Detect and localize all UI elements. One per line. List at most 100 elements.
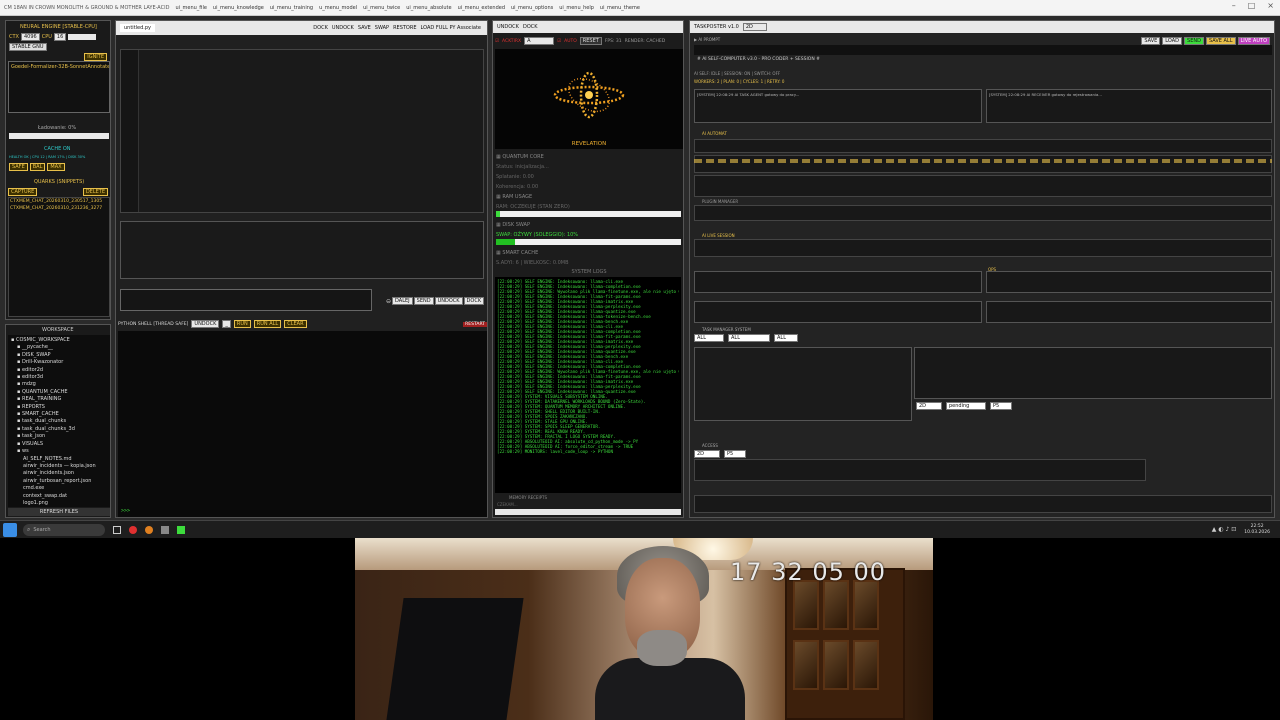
menu-absolute[interactable]: ui_menu_absolute xyxy=(406,5,451,11)
workspace-item[interactable]: ▪ DISK_SWAP xyxy=(11,352,110,359)
status-select[interactable]: pending xyxy=(946,402,986,410)
task-log-left[interactable]: [SYSTEM] 22:08:29 AI TASK AGENT gotowy d… xyxy=(694,89,982,123)
workspace-item[interactable]: ▪ SMART_CACHE xyxy=(11,411,110,418)
access-area[interactable] xyxy=(694,459,1146,481)
live-session-area[interactable] xyxy=(694,239,1272,257)
app-icon-3[interactable] xyxy=(161,525,169,534)
workspace-item[interactable]: ▪ task_dual_chunks_3d xyxy=(11,426,110,433)
quarks-list[interactable]: CTXMEM_CHAT_20260310_230517_1305 CTXMEM_… xyxy=(8,197,110,317)
workspace-item[interactable]: cmd.exe xyxy=(11,485,110,492)
workspace-item[interactable]: ▪ __pycache__ xyxy=(11,344,110,351)
undock-shell-button[interactable]: UNDOCK xyxy=(434,297,463,305)
clear-button[interactable]: CLEAR xyxy=(284,320,307,328)
list-item[interactable]: CTXMEM_CHAT_20260310_231236_3277 xyxy=(9,205,109,212)
safe-button[interactable]: SAFE xyxy=(9,163,28,171)
filter-all-3[interactable]: ALL xyxy=(774,334,798,342)
restore-button[interactable]: RESTORE xyxy=(391,25,418,31)
priority-select[interactable]: P5 xyxy=(990,402,1012,410)
output-area[interactable] xyxy=(120,221,484,279)
monitor-dock-tab[interactable]: DOCK xyxy=(523,24,538,30)
workspace-item[interactable]: ▪ QUANTUM_CACHE xyxy=(11,389,110,396)
dalej-button[interactable]: DALEJ xyxy=(392,297,413,305)
record-icon[interactable]: ⊖ xyxy=(386,298,391,305)
auto-checkbox-icon[interactable]: ☑ xyxy=(557,39,561,44)
menu-options[interactable]: ui_menu_options xyxy=(511,5,553,11)
workspace-item[interactable]: AI_SELF_NOTES.md xyxy=(11,456,110,463)
workspace-item[interactable]: ▪ ws xyxy=(11,448,110,455)
tray-icons[interactable]: ▲ ◐ ♪ ⊡ xyxy=(1212,526,1236,533)
workspace-item[interactable]: logo1.png xyxy=(11,500,110,507)
undock-button[interactable]: UNDOCK xyxy=(330,25,356,31)
workspace-item[interactable]: ▪ REAL_TRAINING xyxy=(11,396,110,403)
tp-save-all-button[interactable]: SAVE ALL xyxy=(1205,37,1236,45)
swap-button[interactable]: SWAP xyxy=(373,25,391,31)
task-list[interactable] xyxy=(694,347,912,421)
app-icon-4[interactable] xyxy=(177,525,185,534)
menu-help[interactable]: ui_menu_help xyxy=(559,5,594,11)
bottom-console[interactable] xyxy=(694,495,1272,513)
workspace-item[interactable]: airwir_incidents.json xyxy=(11,470,110,477)
taskbar-search[interactable]: ⌕ Search xyxy=(23,523,105,536)
menu-model[interactable]: u_menu_model xyxy=(319,5,357,11)
visual-canvas[interactable]: REVELATION xyxy=(495,49,683,149)
menu-extended[interactable]: ui_menu_extended xyxy=(458,5,505,11)
ctx-input[interactable]: 4096 xyxy=(20,33,40,41)
workspace-item[interactable]: ▪ COSMIC_WORKSPACE xyxy=(11,337,110,344)
pane-b[interactable] xyxy=(986,271,1272,293)
automat-output[interactable] xyxy=(694,155,1272,173)
workspace-item[interactable]: airwir_incidents — kopia.json xyxy=(11,463,110,470)
workspace-item[interactable]: ▪ VISUALS xyxy=(11,441,110,448)
capture-button[interactable]: CAPTURE xyxy=(8,188,38,196)
run-button[interactable]: RUN xyxy=(233,320,251,328)
run-all-button[interactable]: RUN ALL xyxy=(253,320,282,328)
reset-button[interactable]: RESET xyxy=(579,37,602,45)
minimize-icon[interactable]: – xyxy=(1232,1,1236,10)
plugin-area[interactable] xyxy=(694,205,1272,221)
ai-notes-area[interactable] xyxy=(694,175,1272,197)
tab-untitled[interactable]: untitled.py xyxy=(120,24,156,32)
access-dim-select[interactable]: 2D xyxy=(694,450,720,458)
filter-all-1[interactable]: ALL xyxy=(694,334,724,342)
task-detail[interactable] xyxy=(914,347,1272,399)
model-select[interactable]: Goedel-Formalizer-32B-SonnetAnnotate xyxy=(8,61,110,113)
mode-dim-select[interactable]: 2D xyxy=(742,23,767,31)
tp-live-auto-button[interactable]: LIVE AUTO xyxy=(1237,37,1270,45)
save-button[interactable]: SAVE xyxy=(356,25,373,31)
automat-log[interactable] xyxy=(694,139,1272,153)
menu-training[interactable]: ui_menu_training xyxy=(270,5,313,11)
app-icon-1[interactable] xyxy=(129,525,137,534)
tp-send-button[interactable]: SEND xyxy=(1184,37,1204,45)
access-priority-select[interactable]: P5 xyxy=(724,450,746,458)
maximize-icon[interactable]: □ xyxy=(1248,1,1256,10)
workspace-item[interactable]: ▪ mdzg xyxy=(11,381,110,388)
workspace-item[interactable]: airwir_turbosan_report.json xyxy=(11,478,110,485)
tp-save-button[interactable]: SAVE xyxy=(1141,37,1161,45)
app-icon-2[interactable] xyxy=(145,525,153,534)
delete-button[interactable]: DELETE xyxy=(82,188,108,196)
dock-shell-button[interactable]: DOCK xyxy=(463,297,485,305)
menu-file[interactable]: ui_menu_file xyxy=(175,5,206,11)
task-log-right[interactable]: [SYSTEM] 22:08:29 AI RECEIVER gotowy do … xyxy=(986,89,1272,123)
monitor-undock-tab[interactable]: UNDOCK xyxy=(497,24,519,30)
menu-knowledge[interactable]: ui_menu_knowledge xyxy=(213,5,264,11)
prompt-input[interactable] xyxy=(120,289,372,311)
pane-a[interactable] xyxy=(694,271,982,293)
max-button[interactable]: MAX xyxy=(47,163,65,171)
activate-checkbox-icon[interactable]: ☑ xyxy=(495,39,499,44)
workspace-item[interactable]: ▪ Drill-Kwazonator xyxy=(11,359,110,366)
load-full-button[interactable]: LOAD FULL PY Associate xyxy=(419,25,484,31)
windows-start-icon[interactable] xyxy=(3,522,17,537)
workspace-item[interactable]: ▪ REPORTS xyxy=(11,404,110,411)
ignite-button[interactable]: IGNITE xyxy=(84,53,107,61)
workspace-item[interactable]: ▪ task_dual_chunks xyxy=(11,418,110,425)
cpu-input[interactable]: 16 xyxy=(53,33,67,41)
mode-select[interactable]: A xyxy=(524,37,555,45)
dock-button[interactable]: DOCK xyxy=(311,25,330,31)
task-view-icon[interactable] xyxy=(113,525,121,534)
shell-minimize-button[interactable]: _ xyxy=(222,320,231,328)
bal-button[interactable]: BAL xyxy=(29,163,46,171)
python-shell[interactable]: >>> xyxy=(118,331,487,517)
system-logs[interactable]: [22:08:29] SELF ENGINE: Indeksowano: lla… xyxy=(495,277,681,493)
pane-d[interactable] xyxy=(986,301,1272,323)
restart-button[interactable]: RESTART xyxy=(463,321,487,327)
